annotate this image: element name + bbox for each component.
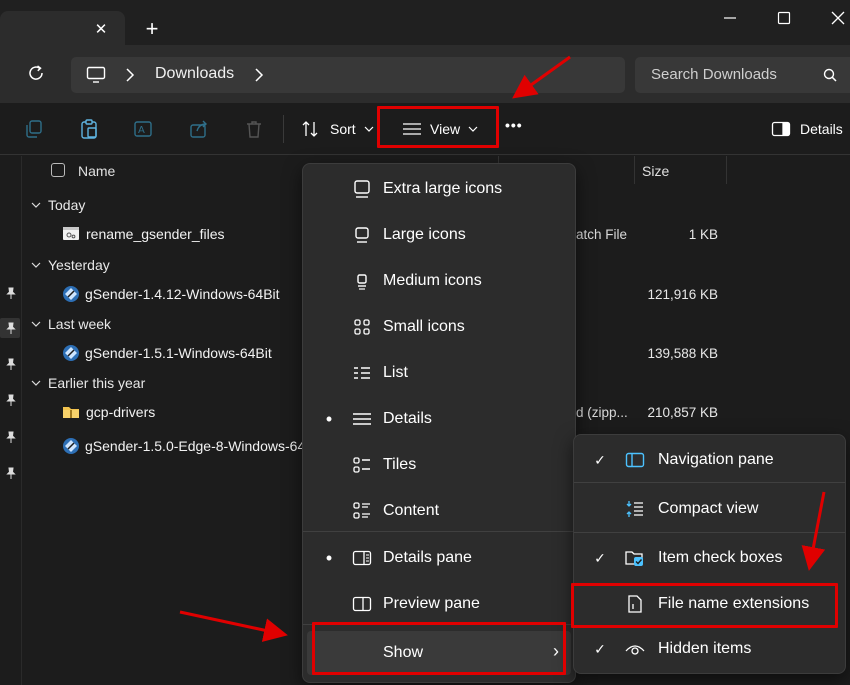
arrow-to-extensions [801,491,826,571]
annotation-arrows [179,55,826,642]
arrow-to-view [512,55,571,99]
arrow-to-show [179,610,288,642]
